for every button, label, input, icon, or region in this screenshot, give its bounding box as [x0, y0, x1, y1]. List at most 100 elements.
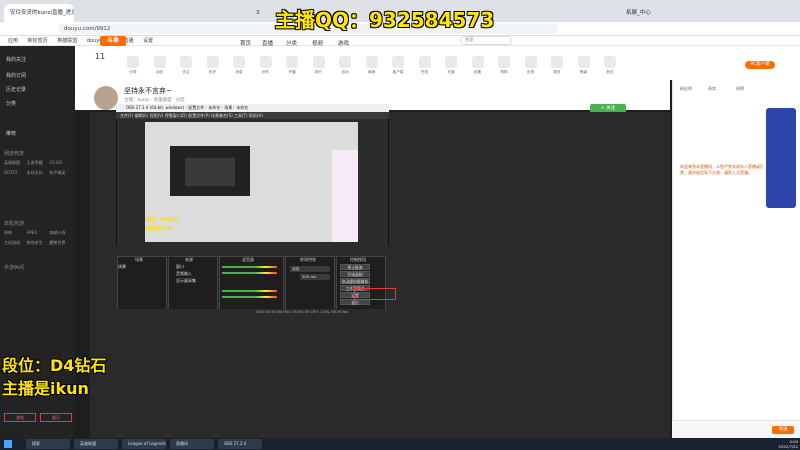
header-icon[interactable]	[127, 56, 139, 68]
header-icon[interactable]	[498, 56, 510, 68]
header-icon-label: 充值	[447, 70, 455, 74]
header-icon[interactable]	[524, 56, 537, 68]
count-badge: 11	[95, 52, 106, 61]
header-icon[interactable]	[604, 56, 616, 68]
sources-header: 来源	[185, 257, 193, 262]
taskbar-item[interactable]: OBS 27.2.4	[218, 439, 262, 449]
streamer-overlay: 主播是ikun	[2, 379, 89, 398]
header-icon-label: 帮助	[500, 70, 508, 74]
side-dock[interactable]	[766, 108, 796, 208]
start-record-button[interactable]: 开始录制	[340, 271, 370, 277]
header-icon-label: 创作	[261, 70, 270, 74]
site-logo[interactable]: 斗鱼	[100, 36, 126, 46]
windows-start-icon[interactable]	[4, 440, 12, 448]
sidebar-item-history[interactable]: 历史记录	[6, 86, 26, 93]
small-rank-text: 段位：D4钻石	[146, 217, 179, 223]
audio-meter	[222, 272, 277, 274]
header-icon[interactable]	[577, 56, 590, 68]
obs-title: OBS 27.2.4 (64-bit, windows) - 配置文件：未命名 …	[116, 104, 389, 112]
sidebar-game[interactable]: APEX	[27, 230, 50, 236]
transitions-header: 转场特效	[300, 257, 316, 262]
tab-active[interactable]: 安玲安灵的kunzi直播_虎牙直播	[4, 4, 74, 22]
sidebar-red-button-2[interactable]: 娱乐	[40, 413, 72, 422]
header-icon[interactable]	[445, 56, 457, 68]
sidebar-game[interactable]: 和平精英	[49, 170, 72, 176]
taskbar-item[interactable]: 英雄联盟	[74, 439, 118, 449]
avatar[interactable]	[94, 86, 118, 110]
pc-client-button[interactable]: PC客户端	[745, 61, 775, 69]
header-icon[interactable]	[233, 56, 245, 68]
header-icon-label: 反馈	[526, 70, 535, 74]
sidebar-grid-1: 英雄联盟 王者荣耀 CS:GO DOTA2 永劫无间 和平精英	[4, 160, 72, 176]
nav-video[interactable]: 视频	[312, 39, 323, 47]
bookmark-item[interactable]: 新标签页	[28, 38, 48, 44]
sidebar-red-button[interactable]: 游戏	[4, 413, 36, 422]
header-icon-label: 客户端	[392, 70, 404, 74]
sidebar-game[interactable]: 主机游戏	[4, 240, 27, 246]
sidebar-game[interactable]: 绝地求生	[27, 240, 50, 246]
sidebar-section-3: 手游休闲	[4, 265, 25, 271]
header-icon[interactable]	[365, 56, 378, 68]
header-icon[interactable]	[339, 56, 351, 68]
search-input[interactable]: 搜索	[460, 36, 512, 45]
sidebar-game[interactable]: 英雄联盟	[4, 160, 27, 166]
sidebar-game[interactable]: 原神	[4, 230, 27, 236]
sidebar-game[interactable]: 王者荣耀	[27, 160, 50, 166]
sidebar-item-recommend[interactable]: 推荐	[6, 130, 16, 137]
header-icon[interactable]	[286, 56, 298, 68]
bookmark-item[interactable]: 英雄联盟	[57, 38, 77, 44]
controls-header: 控制按钮	[350, 257, 366, 262]
tab-2[interactable]: 3	[250, 4, 270, 22]
header-icon[interactable]	[259, 56, 272, 68]
send-button[interactable]: 发送	[772, 426, 794, 434]
sidebar-section-2: 单机热游	[4, 221, 25, 227]
nested-preview-inner	[185, 158, 235, 186]
sidebar-game[interactable]: 永劫无间	[27, 170, 50, 176]
sidebar-item-follow[interactable]: 我的关注	[6, 56, 26, 63]
header-icon-label: 历史	[208, 70, 217, 74]
sidebar-game[interactable]: 穿越火线	[49, 230, 72, 236]
header-icon-label: 排行	[314, 70, 323, 74]
header-icon[interactable]	[392, 56, 404, 68]
sidebar-item-category[interactable]: 分类	[6, 100, 16, 107]
header-icon[interactable]	[153, 56, 166, 68]
sidebar-section-1: 网游竞技	[4, 151, 25, 157]
source-item[interactable]: 窗口	[176, 264, 184, 270]
taskbar-item[interactable]: League of Legends	[122, 439, 166, 449]
header-icon[interactable]	[312, 56, 325, 68]
obs-menu[interactable]: 文件(F) 编辑(E) 视图(V) 停靠窗口(D) 配置文件(P) 场景集合(S…	[116, 112, 389, 119]
bookmark-item[interactable]: 应用	[8, 38, 18, 44]
tab-3[interactable]: 拓展_中心	[620, 4, 680, 22]
nav-category[interactable]: 分类	[286, 39, 297, 47]
chat-tab[interactable]: 周榜	[736, 86, 744, 92]
header-icon-label: 粉丝	[606, 70, 614, 74]
header-icon[interactable]	[418, 56, 431, 68]
sidebar-game[interactable]: DOTA2	[4, 170, 27, 176]
sidebar-game[interactable]: 魔兽世界	[49, 240, 72, 246]
chat-notice: 欢迎来到本直播间，斗鱼严禁未成年人直播或打赏，请勿轻信私下交易，谨防上当受骗。	[680, 164, 764, 175]
small-streamer-text: 主播是ikun	[146, 226, 174, 232]
stop-stream-button[interactable]: 停止推流	[340, 264, 370, 270]
nav-live[interactable]: 直播	[262, 39, 273, 47]
transition-select[interactable]: 淡出	[290, 266, 330, 272]
taskbar-item[interactable]: 搜索	[26, 439, 70, 449]
taskbar-item[interactable]: 直播间	[170, 439, 214, 449]
scene-item[interactable]: 场景	[118, 264, 126, 270]
header-icon[interactable]	[180, 56, 192, 68]
rank-overlay: 段位：D4钻石	[2, 356, 107, 375]
bookmark-item[interactable]: 设置	[143, 38, 153, 44]
header-icon[interactable]	[551, 56, 563, 68]
sidebar-game[interactable]: CS:GO	[49, 160, 72, 166]
header-icon[interactable]	[206, 56, 219, 68]
duration-field[interactable]: 300 ms	[300, 274, 330, 280]
chat-tab[interactable]: 贵宾	[708, 86, 716, 92]
header-icon[interactable]	[471, 56, 484, 68]
source-item[interactable]: 音频输入	[176, 271, 192, 277]
nav-home[interactable]: 首页	[240, 39, 251, 47]
source-item[interactable]: 显示器采集	[176, 278, 196, 284]
mixer-panel	[219, 256, 284, 311]
nav-game[interactable]: 游戏	[338, 39, 349, 47]
chat-tab[interactable]: 粉丝榜	[680, 86, 692, 92]
sidebar-item-subscribe[interactable]: 我的订阅	[6, 72, 26, 79]
virtual-camera-button[interactable]: 启动虚拟摄像机	[340, 278, 370, 284]
